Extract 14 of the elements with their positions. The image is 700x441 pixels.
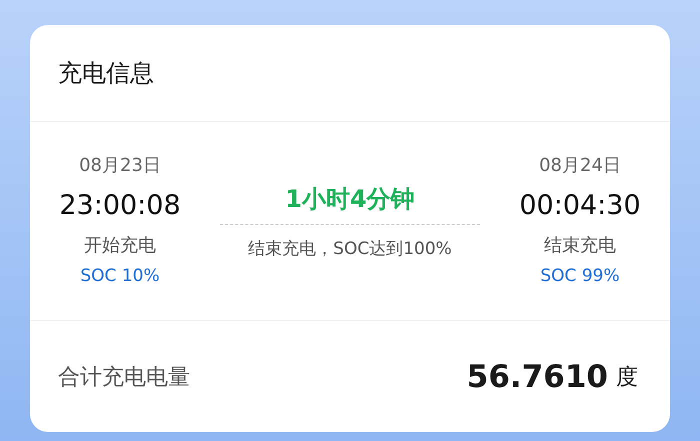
reason-text: 结束充电，SOC达到100% — [248, 238, 452, 260]
soc-text: SOC 10% — [80, 265, 160, 288]
time-text: 00:04:30 — [519, 189, 641, 223]
status-text: 开始充电 — [84, 234, 156, 258]
date-text: 08月23日 — [79, 154, 161, 178]
soc-text: SOC 99% — [540, 265, 620, 288]
total-label: 合计充电电量 — [58, 364, 191, 392]
status-text: 结束充电 — [544, 234, 616, 258]
card-title: 充电信息 — [58, 58, 154, 89]
unit-text: 度 — [616, 364, 638, 392]
total-value: 56.7610 — [466, 358, 608, 394]
duration-text: 1小时4分钟 — [220, 182, 480, 225]
date-text: 08月24日 — [539, 154, 621, 178]
time-text: 23:00:08 — [59, 189, 181, 223]
